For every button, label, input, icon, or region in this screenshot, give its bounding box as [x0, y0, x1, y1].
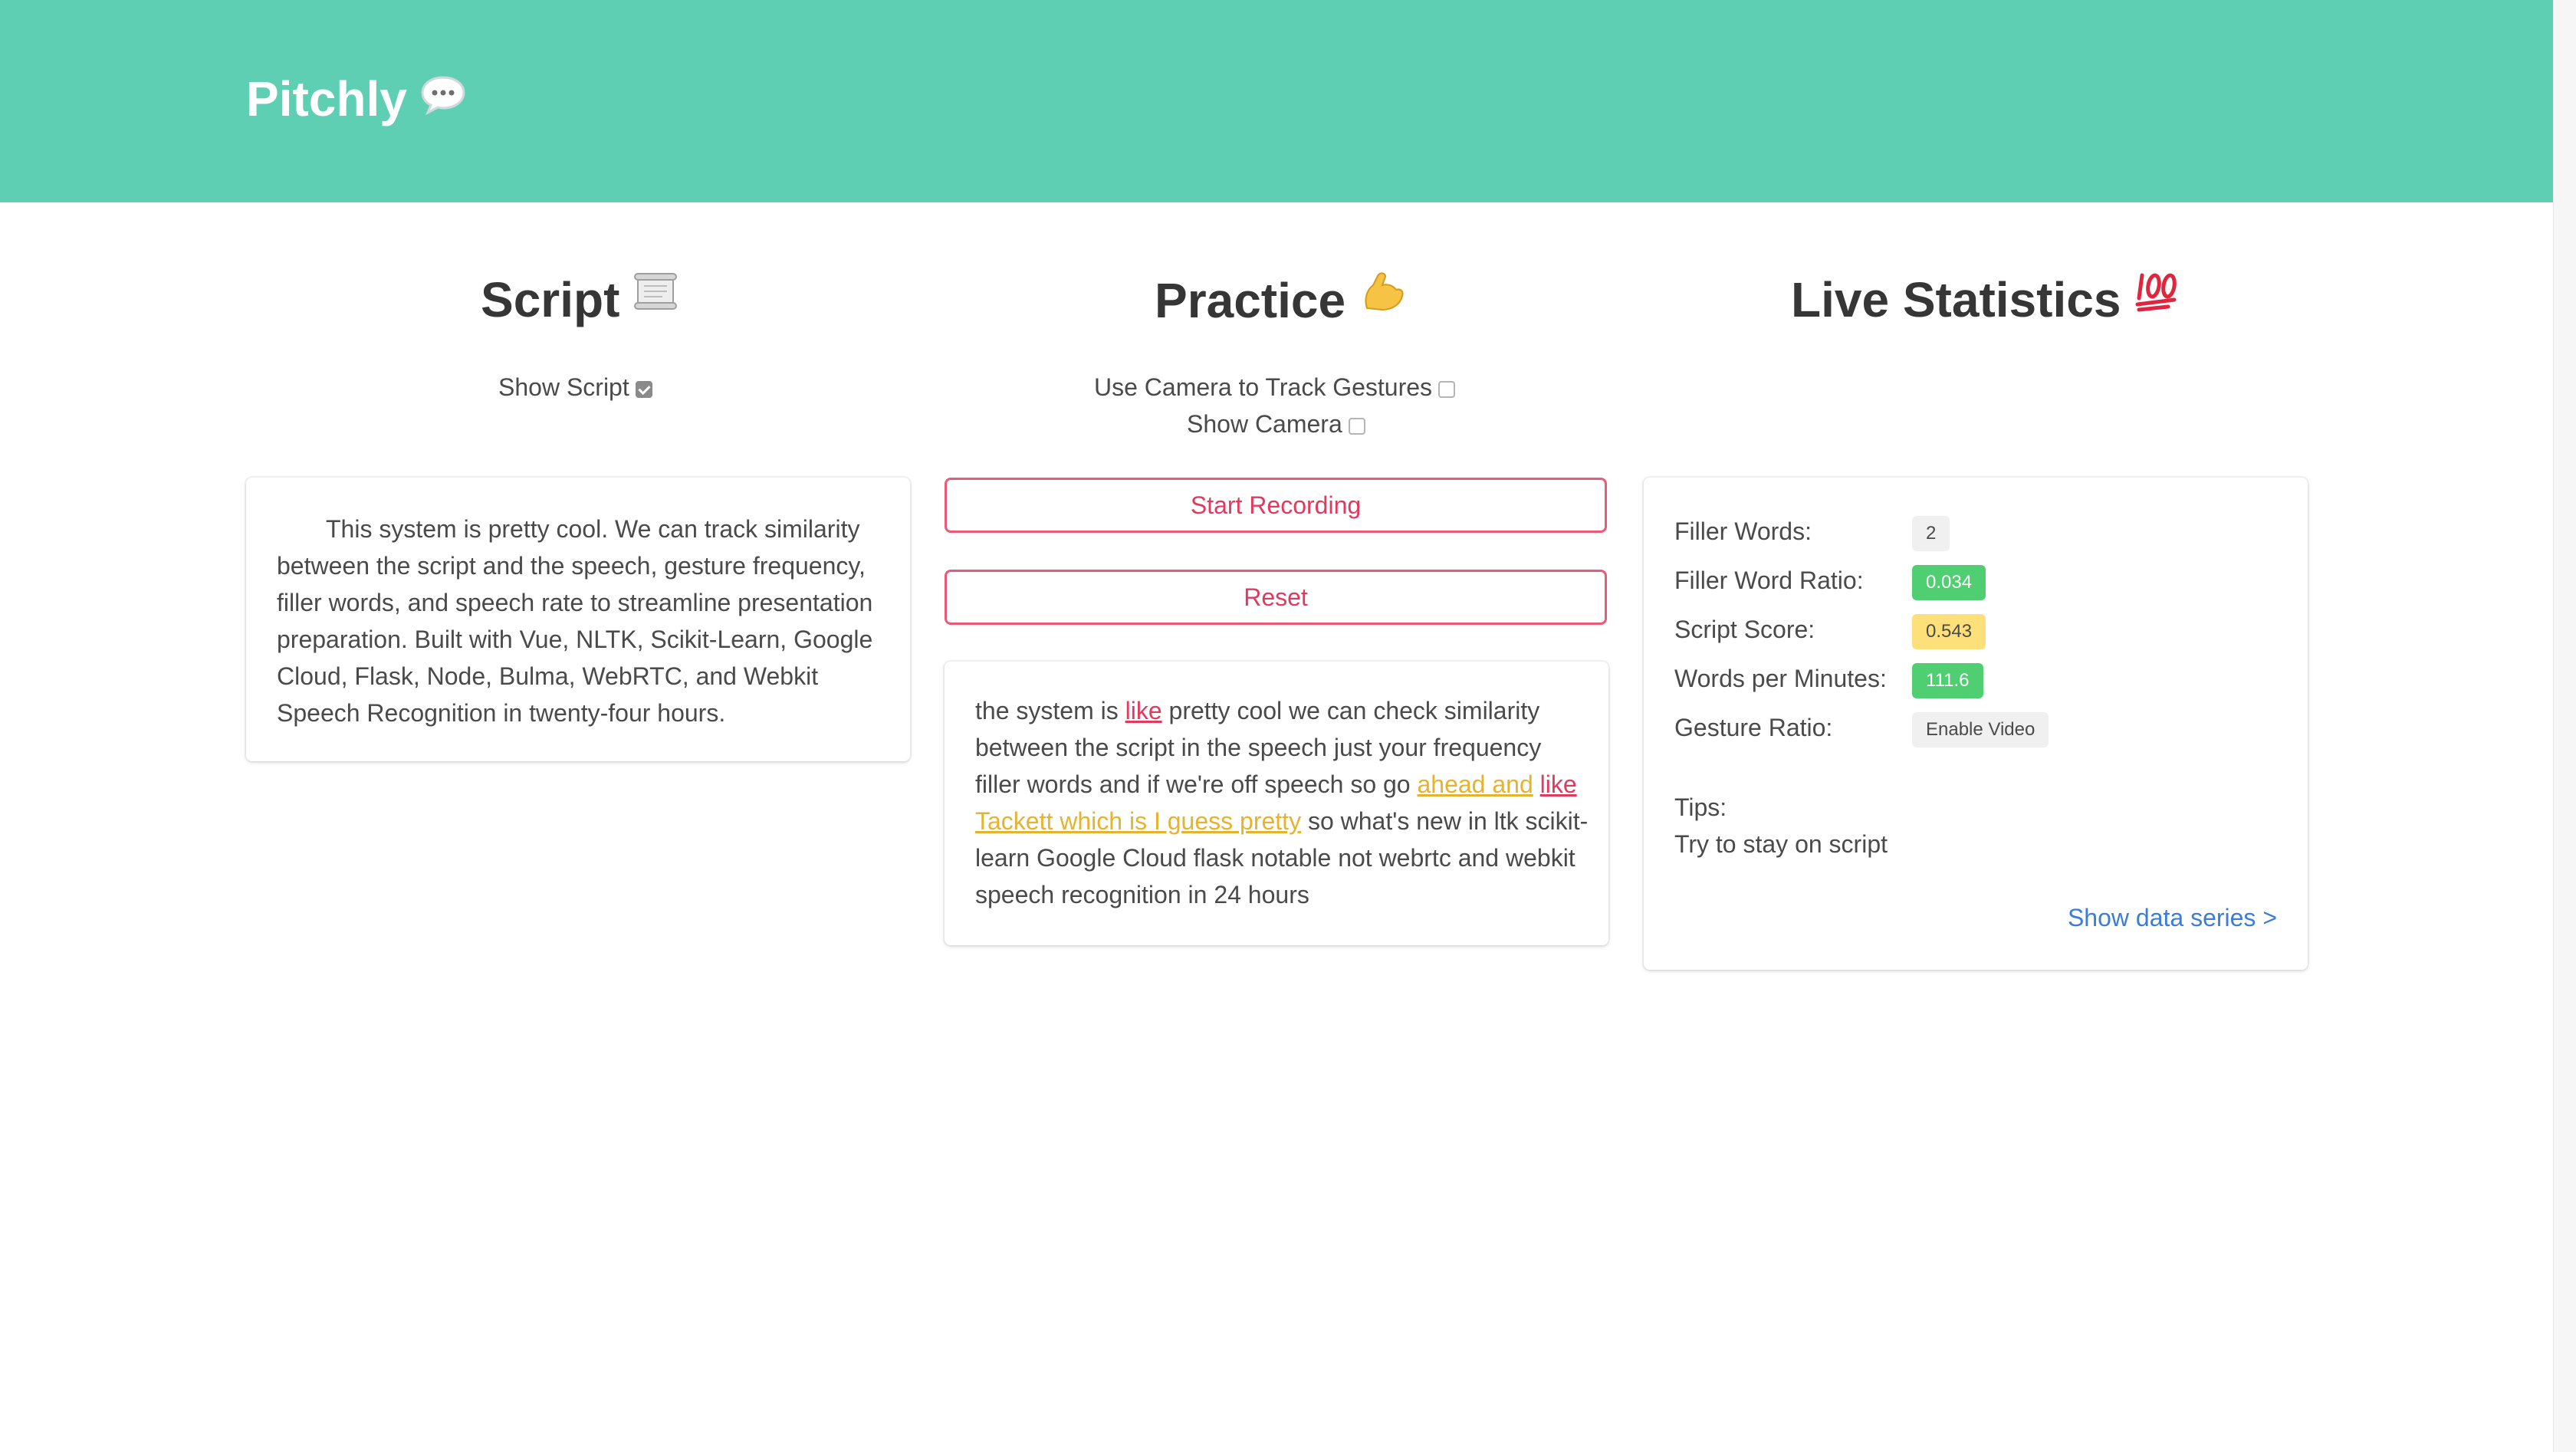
off-script-phrase: Tackett which is I guess pretty [975, 807, 1302, 835]
hundred-points-icon [2134, 268, 2180, 325]
transcript-text: the system is like pretty cool we can ch… [975, 692, 1589, 913]
show-script-label: Show Script [498, 373, 629, 401]
header-bar: Pitchly [0, 0, 2553, 202]
start-recording-button[interactable]: Start Recording [945, 478, 1607, 533]
tips-text: Try to stay on script [1674, 830, 1888, 858]
stat-value-badge: 111.6 [1912, 663, 1983, 698]
practice-title: Practice [1155, 272, 1346, 328]
app-brand[interactable]: Pitchly [246, 71, 467, 127]
stat-label: Gesture Ratio: [1674, 714, 1833, 741]
scroll-icon [633, 268, 678, 325]
show-data-series-link[interactable]: Show data series > [2068, 904, 2277, 932]
filler-word: like [1125, 697, 1162, 724]
show-camera-checkbox[interactable] [1348, 417, 1365, 435]
show-camera-toggle[interactable]: Show Camera [1187, 410, 1365, 439]
show-camera-label: Show Camera [1187, 410, 1342, 438]
speech-bubble-icon [419, 71, 467, 116]
script-text: This system is pretty cool. We can track… [277, 515, 873, 727]
stats-heading: Live Statistics [1791, 271, 2180, 328]
filler-word: like [1539, 770, 1577, 798]
stat-label: Filler Words: [1674, 517, 1812, 545]
off-script-phrase: ahead and [1417, 770, 1533, 798]
practice-heading: Practice [1155, 271, 1407, 329]
script-heading: Script [481, 271, 678, 328]
stats-box: Filler Words: 2 Filler Word Ratio: 0.034 Scr… [1644, 478, 2308, 970]
stat-value-badge: 2 [1912, 516, 1950, 551]
app-title: Pitchly [246, 71, 407, 126]
stat-label: Script Score: [1674, 616, 1815, 643]
show-script-toggle[interactable]: Show Script [498, 373, 652, 402]
stat-label: Filler Word Ratio: [1674, 567, 1864, 594]
stat-label: Words per Minutes: [1674, 665, 1887, 692]
transcript-segment [1533, 770, 1540, 798]
transcript-box: the system is like pretty cool we can ch… [945, 662, 1608, 945]
track-gestures-toggle[interactable]: Use Camera to Track Gestures [1094, 373, 1456, 402]
stat-value-badge[interactable]: Enable Video [1912, 712, 2049, 747]
stat-value-badge: 0.543 [1912, 614, 1986, 649]
tips-label: Tips: [1674, 793, 1727, 821]
stat-value-badge: 0.034 [1912, 565, 1986, 600]
track-gestures-label: Use Camera to Track Gestures [1094, 373, 1433, 401]
track-gestures-checkbox[interactable] [1438, 380, 1456, 398]
script-box: This system is pretty cool. We can track… [246, 478, 910, 761]
script-title: Script [481, 272, 620, 327]
stats-title: Live Statistics [1791, 272, 2121, 327]
flexed-biceps-icon [1359, 268, 1407, 326]
transcript-segment: the system is [975, 697, 1125, 724]
reset-button[interactable]: Reset [945, 570, 1607, 625]
page-scrollbar[interactable] [2553, 0, 2576, 1452]
show-script-checkbox[interactable] [635, 380, 652, 398]
